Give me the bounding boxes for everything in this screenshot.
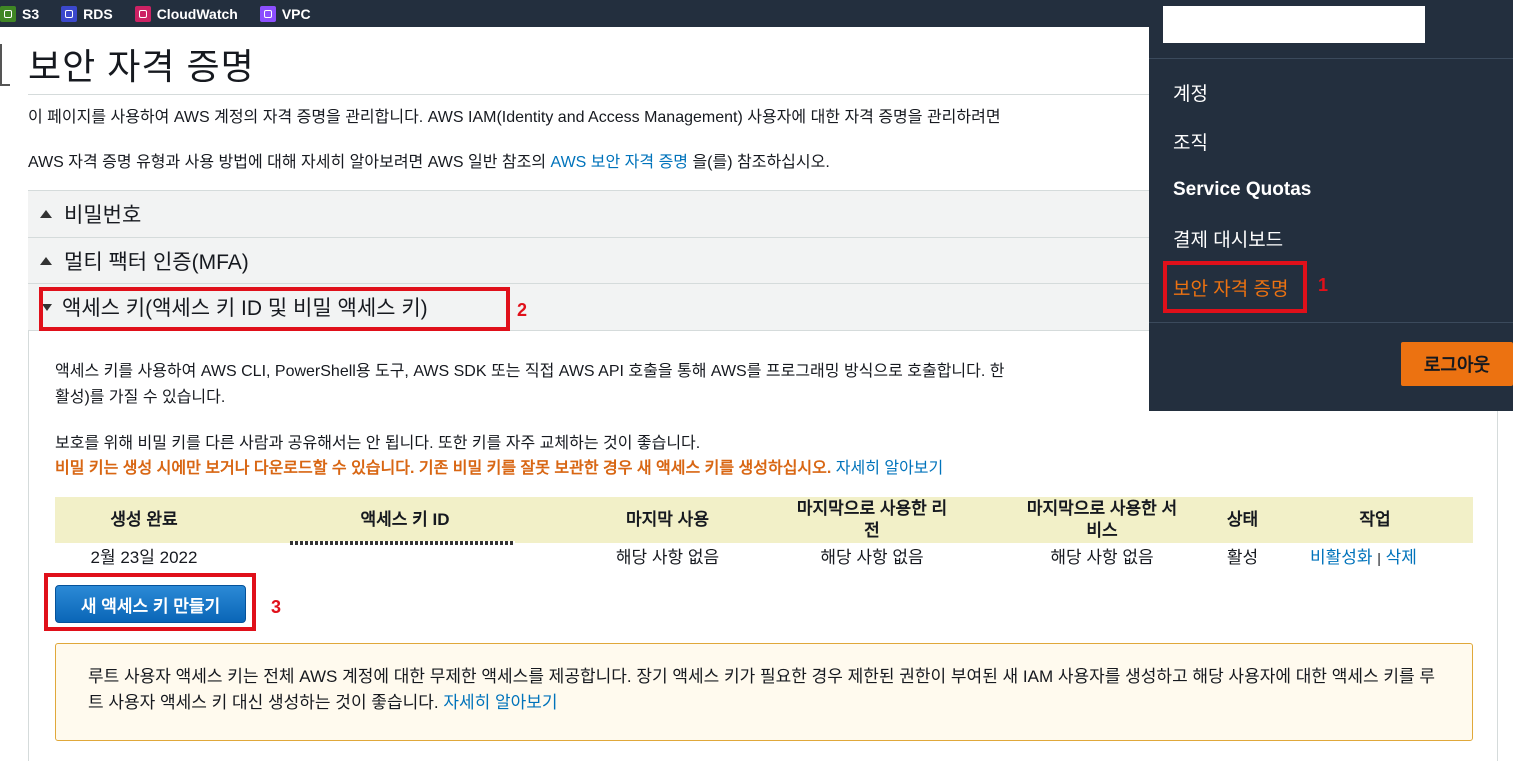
warning-text: 비밀 키는 생성 시에만 보거나 다운로드할 수 있습니다. 기존 비밀 키를 … [55,460,832,477]
table-header: 생성 완료 액세스 키 ID 마지막 사용 마지막으로 사용한 리전 마지막으로… [55,497,1473,543]
column-last-used[interactable]: 마지막 사용 [595,497,740,543]
action-separator: | [1377,550,1381,566]
divider [1149,322,1513,323]
column-last-service[interactable]: 마지막으로 사용한 서비스 [1022,497,1182,543]
section-label: 비밀번호 [64,204,142,227]
menu-item-organization[interactable]: 조직 [1173,128,1208,155]
sidebar-edge [0,44,10,86]
access-keys-description-cont: 활성)를 가질 수 있습니다. [55,389,226,406]
protect-notice: 보호를 위해 비밀 키를 다른 사람과 공유해서는 안 됩니다. 또한 키를 자… [55,435,701,452]
intro-text: 이 페이지를 사용하여 AWS 계정의 자격 증명을 관리합니다. AWS IA… [28,109,1001,126]
intro-reference: AWS 자격 증명 유형과 사용 방법에 대해 자세히 알아보려면 AWS 일반… [28,148,830,172]
cell-last-used: 해당 사항 없음 [615,548,720,567]
vpc-icon [259,5,276,22]
access-key-id-redacted [290,541,515,545]
cell-actions: 비활성화 | 삭제 [1310,543,1417,568]
deactivate-link[interactable]: 비활성화 [1310,548,1373,567]
section-label: 멀티 팩터 인증(MFA) [64,251,249,274]
delete-link[interactable]: 삭제 [1386,548,1417,567]
s3-icon [0,5,16,22]
callout-number-2: 2 [517,300,528,320]
cell-created: 2월 23일 2022 [90,548,198,567]
cloudwatch-icon [134,5,151,22]
menu-item-billing-dashboard[interactable]: 결제 대시보드 [1173,225,1283,252]
column-last-region[interactable]: 마지막으로 사용한 리전 [792,497,952,543]
cell-last-service: 해당 사항 없음 [1050,548,1154,567]
callout-number-1: 1 [1318,275,1329,295]
root-access-key-notice: 루트 사용자 액세스 키는 전체 AWS 계정에 대한 무제한 액세스를 제공합… [55,643,1473,741]
favorite-s3[interactable]: S3 [0,5,40,22]
column-access-key-id[interactable]: 액세스 키 ID [305,497,505,543]
favorite-label: S3 [22,5,40,22]
rds-icon [61,5,78,22]
favorite-label: RDS [83,5,113,22]
callout-number-3: 3 [271,597,282,617]
access-keys-description: 액세스 키를 사용하여 AWS CLI, PowerShell용 도구, AWS… [55,363,1005,380]
page-title: 보안 자격 증명 [28,46,255,87]
favorite-label: CloudWatch [156,5,238,22]
favorite-cloudwatch[interactable]: CloudWatch [134,5,238,22]
account-name-redacted [1163,6,1425,43]
callout-box-1 [1163,261,1307,313]
learn-more-link[interactable]: 자세히 알아보기 [836,460,944,477]
intro-reference-suffix: 을(를) 참조하십시오. [688,154,830,171]
root-notice-text: 루트 사용자 액세스 키는 전체 AWS 계정에 대한 무제한 액세스를 제공합… [88,667,1436,712]
logout-button[interactable]: 로그아웃 [1401,342,1513,386]
warning-line: 비밀 키는 생성 시에만 보거나 다운로드할 수 있습니다. 기존 비밀 키를 … [55,454,943,478]
callout-box-2 [39,287,510,331]
cell-last-region: 해당 사항 없음 [820,548,924,567]
expand-icon [40,257,52,265]
column-status[interactable]: 상태 [1210,497,1275,543]
expand-icon [40,210,52,218]
favorite-label: VPC [281,5,311,22]
menu-item-service-quotas[interactable]: Service Quotas [1173,179,1311,201]
intro-reference-text: AWS 자격 증명 유형과 사용 방법에 대해 자세히 알아보려면 AWS 일반… [28,154,551,171]
cell-status: 활성 [1226,548,1259,567]
menu-item-account[interactable]: 계정 [1173,79,1208,106]
root-notice-learn-more-link[interactable]: 자세히 알아보기 [443,693,557,712]
favorite-vpc[interactable]: VPC [259,5,311,22]
column-created[interactable]: 생성 완료 [55,497,233,543]
divider [1149,58,1513,59]
account-menu: 계정 조직 Service Quotas 결제 대시보드 보안 자격 증명 로그… [1149,0,1513,411]
favorite-rds[interactable]: RDS [61,5,113,22]
callout-box-3 [44,573,256,631]
column-actions: 작업 [1359,510,1391,529]
aws-security-credentials-link[interactable]: AWS 보안 자격 증명 [551,154,689,171]
